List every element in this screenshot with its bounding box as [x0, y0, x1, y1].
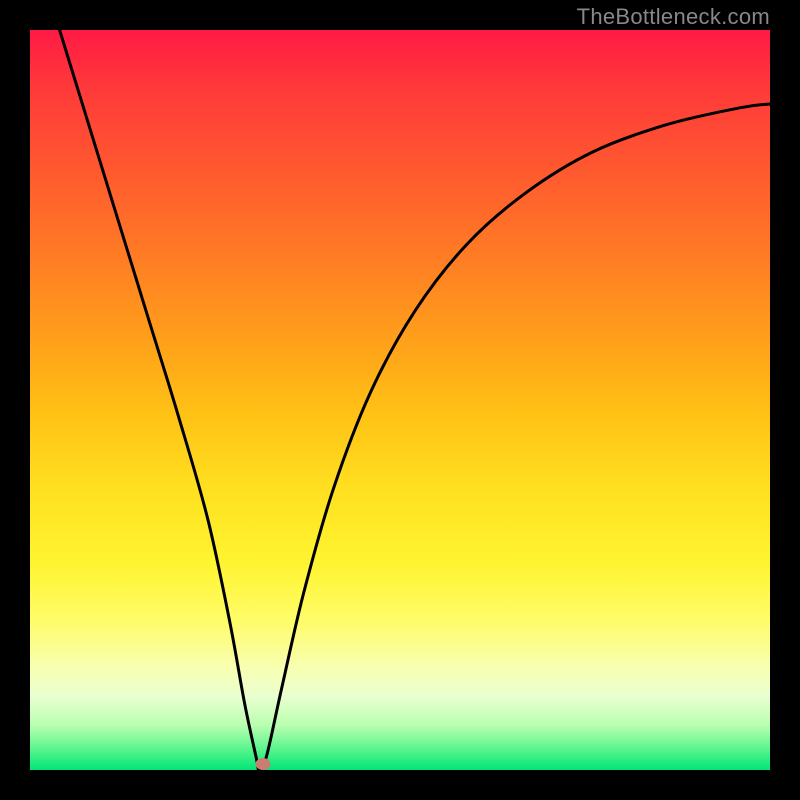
plot-area	[30, 30, 770, 770]
bottleneck-curve	[30, 30, 770, 770]
chart-frame: TheBottleneck.com	[0, 0, 800, 800]
optimal-point-marker	[256, 758, 271, 770]
watermark-text: TheBottleneck.com	[577, 4, 770, 30]
